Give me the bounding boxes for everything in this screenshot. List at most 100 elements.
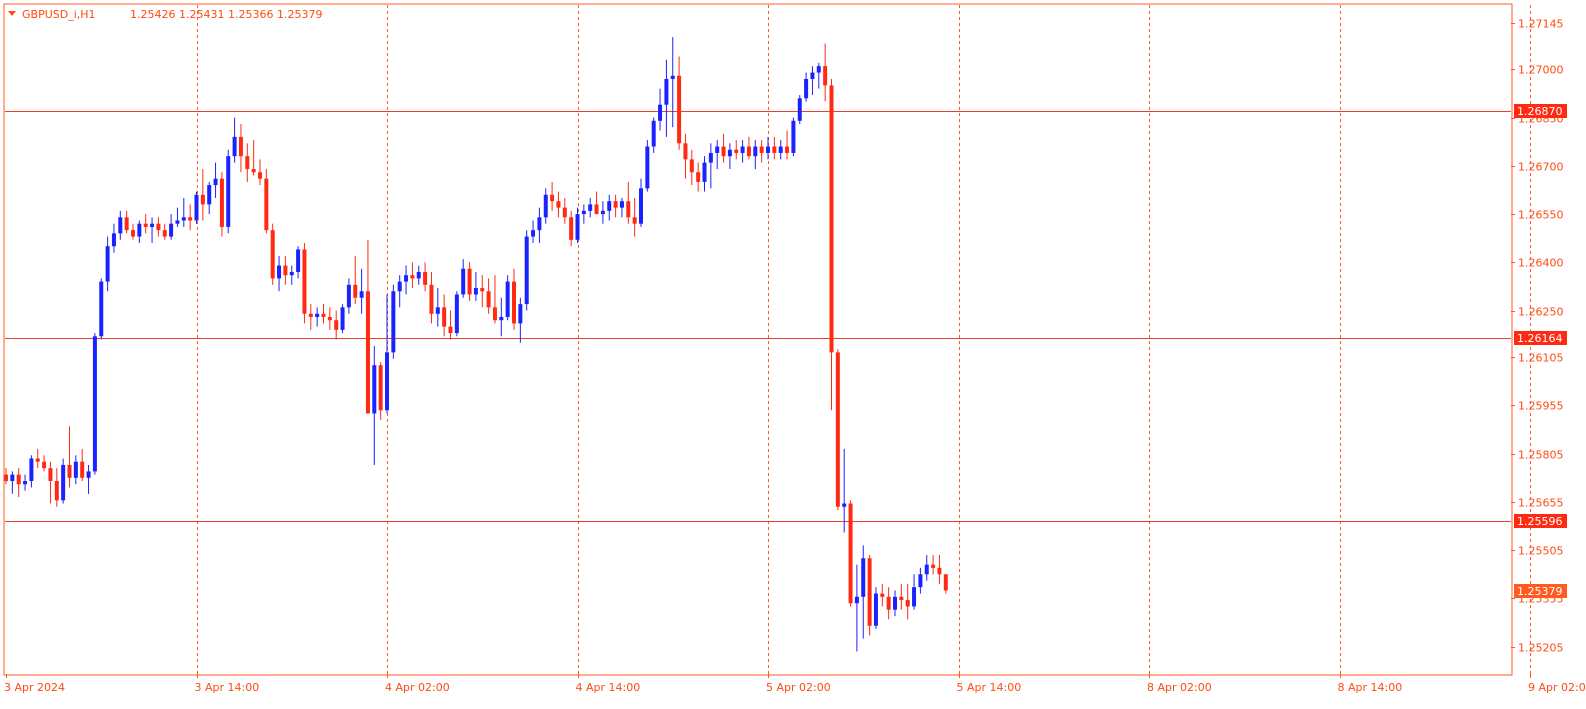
level-price-badge-text: 1.25596 (1517, 515, 1563, 528)
candle-body (512, 281, 516, 324)
candle-body (80, 461, 85, 478)
candle-body (785, 146, 790, 153)
candle-body (416, 271, 421, 279)
candle-body (315, 313, 320, 317)
candle-body (778, 146, 783, 153)
candle-body (321, 313, 326, 317)
candle-body (702, 162, 707, 182)
candle-body (924, 564, 929, 575)
candle-body (270, 230, 275, 279)
candle-body (797, 98, 802, 121)
price-chart[interactable]: 1.271451.270001.268501.267001.265501.264… (0, 0, 1586, 709)
candle-body (835, 352, 840, 507)
candle-body (486, 291, 491, 308)
candle-body (188, 217, 193, 221)
candle-body (143, 223, 148, 227)
candle-body (651, 120, 656, 147)
candle-body (759, 146, 764, 153)
candle-body (886, 596, 891, 610)
candle-body (359, 291, 364, 298)
candle (848, 500, 853, 607)
candle-body (543, 194, 548, 218)
candle-body (581, 210, 586, 215)
candle-body (619, 201, 624, 208)
level-price-badge: 1.26164 (1514, 331, 1567, 345)
candle (61, 458, 66, 504)
candle-body (131, 230, 135, 237)
x-tick-label: 8 Apr 14:00 (1338, 681, 1403, 694)
candle-body (600, 210, 605, 215)
candle-body (245, 156, 250, 170)
candle-body (727, 149, 732, 157)
level-price-badge-text: 1.26870 (1517, 105, 1563, 118)
candle-body (721, 146, 726, 157)
candle-body (238, 136, 243, 157)
candle-body (118, 217, 123, 234)
candle-body (302, 249, 307, 314)
candle-body (639, 188, 643, 224)
y-tick-label: 1.25205 (1518, 642, 1564, 655)
candle-body (740, 146, 745, 153)
candle-body (645, 146, 650, 189)
candle-body (473, 288, 478, 295)
candle-body (340, 307, 345, 330)
candle (99, 278, 104, 340)
candle (264, 169, 269, 234)
candle (391, 284, 396, 359)
candle-body (873, 593, 878, 626)
x-tick-label: 9 Apr 02:00 (1528, 681, 1586, 694)
time-axis[interactable]: 3 Apr 2024 3 Apr 14:00 4 Apr 02:00 4 Apr 14… (4, 674, 1586, 694)
candle-body (207, 185, 212, 205)
candle-body (67, 464, 72, 478)
candle-body (289, 271, 294, 276)
x-tick-label: 5 Apr 14:00 (957, 681, 1022, 694)
candle-body (823, 66, 828, 86)
candle-body (594, 204, 599, 215)
candle-body (213, 178, 218, 186)
candle-body (848, 503, 853, 604)
candle-body (162, 230, 167, 237)
y-tick-label: 1.26250 (1518, 306, 1564, 319)
candle-body (365, 291, 370, 414)
candle-body (677, 75, 682, 144)
candle-body (105, 246, 110, 282)
candle-body (397, 281, 402, 292)
candle (302, 243, 307, 324)
candle-body (283, 265, 288, 276)
y-tick-label: 1.26550 (1518, 209, 1564, 222)
x-tick-label: 5 Apr 02:00 (766, 681, 831, 694)
candle-body (327, 316, 332, 321)
candle-body (613, 201, 618, 208)
candle-body (943, 574, 948, 591)
candle-body (880, 593, 885, 597)
y-tick-label: 1.27145 (1518, 18, 1564, 31)
candle (226, 149, 231, 234)
candle-body (169, 223, 174, 237)
candle-body (664, 78, 669, 105)
candle-body (10, 474, 15, 482)
level-price-badge-text: 1.26164 (1517, 332, 1563, 345)
candle-body (372, 365, 377, 414)
candle-body (842, 503, 847, 507)
candle-body (912, 587, 917, 607)
symbol-label: GBPUSD_i,H1 (22, 8, 96, 21)
candle-body (772, 146, 777, 153)
candle-body (766, 146, 770, 153)
candle-body (708, 152, 713, 163)
candle-body (562, 207, 567, 218)
candle-body (385, 352, 389, 411)
y-tick-label: 1.26700 (1518, 161, 1564, 174)
candle-body (378, 365, 383, 411)
candle-body (404, 275, 409, 282)
candle-body (632, 217, 637, 224)
candle-body (918, 574, 923, 588)
candle-body (346, 284, 351, 308)
candle-body (518, 304, 523, 324)
candle-body (264, 178, 269, 231)
candle-body (537, 217, 542, 231)
candle-body (410, 275, 415, 279)
x-tick-label: 4 Apr 02:00 (385, 681, 450, 694)
y-tick-label: 1.27000 (1518, 64, 1564, 77)
candle-body (810, 72, 815, 79)
candle-body (232, 136, 237, 157)
